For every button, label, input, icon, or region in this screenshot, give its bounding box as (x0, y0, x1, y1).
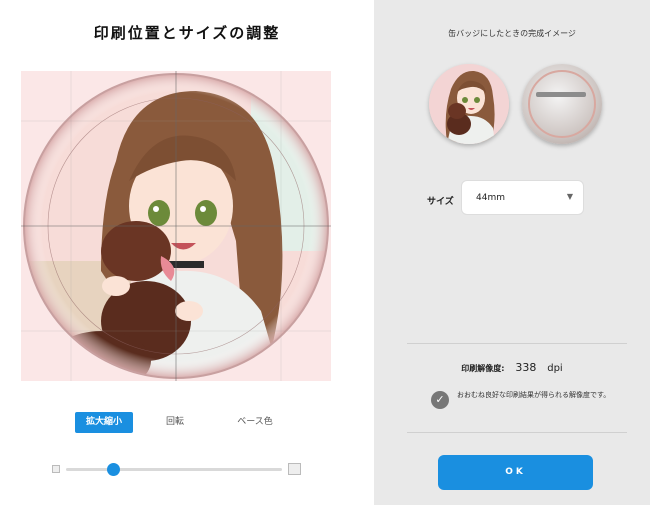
size-select-value: 44mm (476, 193, 505, 203)
preview-title: 缶バッジにしたときの完成イメージ (448, 29, 576, 38)
print-canvas[interactable] (21, 71, 331, 381)
tab-rotate[interactable]: 回転 (155, 412, 195, 433)
tab-base-color[interactable]: ベース色 (223, 412, 287, 433)
artwork-image (21, 71, 331, 381)
resolution-value: 338 (515, 361, 537, 374)
check-circle-icon: ✓ (431, 391, 449, 409)
edit-mode-tabs: 拡大縮小 回転 ベース色 (75, 412, 295, 436)
resolution-status: ✓ おおむね良好な印刷結果が得られる解像度です。 (431, 389, 631, 413)
ok-button[interactable]: OK (438, 455, 593, 490)
zoom-slider-track[interactable] (66, 468, 282, 471)
resolution-unit: dpi (547, 363, 563, 374)
size-select[interactable]: 44mm ▼ (461, 180, 584, 215)
tab-scale[interactable]: 拡大縮小 (75, 412, 133, 433)
resolution-label: 印刷解像度: (461, 364, 505, 373)
size-label: サイズ (427, 197, 454, 207)
safety-pin-icon (536, 92, 586, 97)
resolution-row: 印刷解像度: 338 dpi (374, 361, 650, 374)
zoom-slider-thumb[interactable] (106, 463, 120, 476)
resolution-message: おおむね良好な印刷結果が得られる解像度です。 (457, 391, 611, 399)
zoom-out-icon[interactable] (52, 465, 60, 473)
editor-panel: 印刷位置とサイズの調整 拡大縮小 回転 ベース色 (0, 0, 374, 505)
chevron-down-icon: ▼ (566, 192, 573, 201)
preview-panel: 缶バッジにしたときの完成イメージ サイズ 44mm ▼ 印刷解像度: 338 d… (374, 0, 650, 505)
zoom-slider[interactable] (52, 460, 302, 478)
badge-back-preview (522, 64, 602, 144)
badge-front-preview (429, 64, 509, 144)
zoom-in-icon[interactable] (288, 463, 301, 475)
divider (407, 432, 627, 433)
divider (407, 343, 627, 344)
editor-title: 印刷位置とサイズの調整 (93, 24, 281, 42)
